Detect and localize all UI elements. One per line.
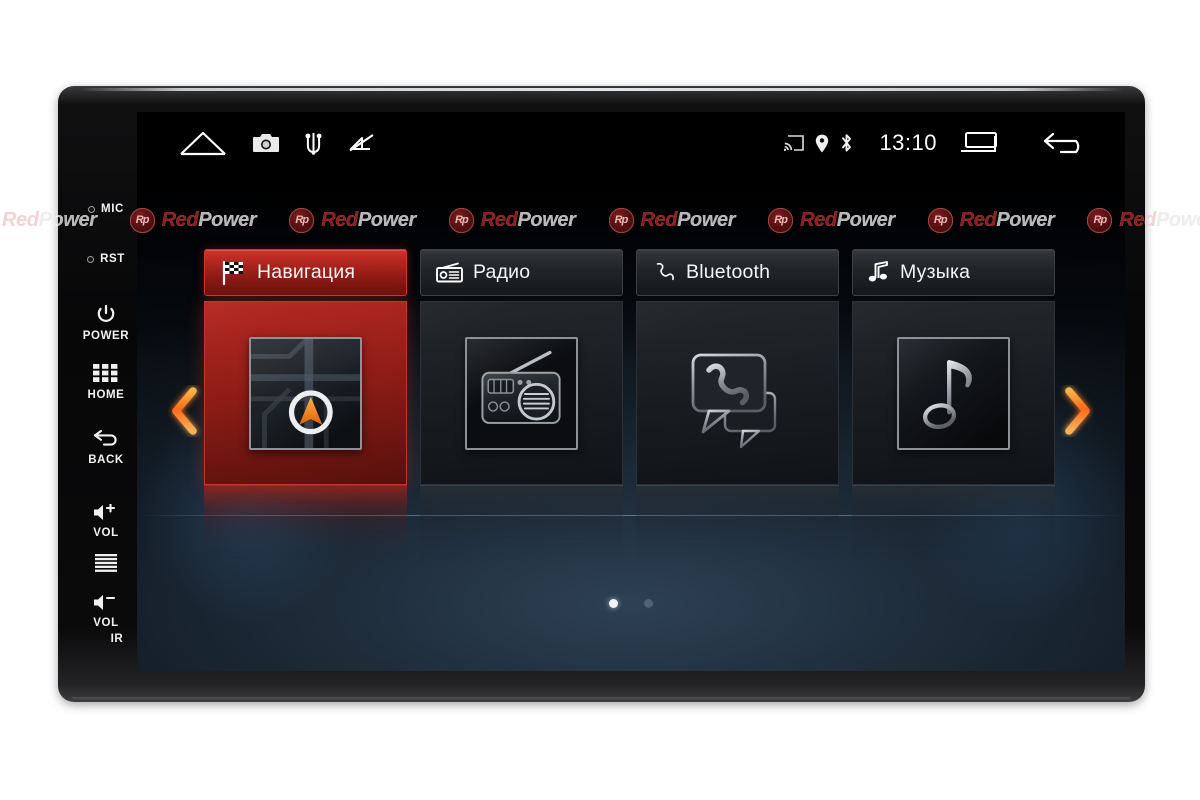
- bezel-label: RST: [100, 253, 125, 265]
- status-bar: 13:10: [137, 112, 1125, 174]
- carousel-next-arrow[interactable]: [1055, 380, 1099, 442]
- bezel-button-menu-lines[interactable]: [70, 554, 142, 578]
- radio-receiver-icon: [465, 336, 578, 450]
- mute-icon[interactable]: [348, 132, 376, 154]
- bezel-label: POWER: [82, 330, 130, 342]
- app-tab-radio[interactable]: Радио: [420, 249, 623, 296]
- bluetooth-icon[interactable]: [840, 133, 853, 153]
- app-card-reflection-navigation: [204, 485, 407, 561]
- cast-icon[interactable]: [784, 135, 805, 151]
- bezel-label: VOL: [93, 527, 119, 539]
- map-navigation-icon: [249, 336, 362, 450]
- app-card-navigation[interactable]: Навигация: [204, 249, 407, 485]
- bezel-label: BACK: [88, 454, 124, 466]
- app-tab-label: Радио: [473, 261, 531, 283]
- lines-icon: [95, 554, 117, 578]
- chat-phone-icon: [681, 337, 794, 450]
- display-screen: 13:10 Навигация Радио Bluetooth Музыка: [137, 112, 1125, 671]
- carousel-prev-arrow[interactable]: [163, 380, 207, 442]
- bezel-button-mic[interactable]: MIC: [70, 203, 142, 216]
- bezel-label: MIC: [101, 203, 124, 215]
- app-card-bluetooth[interactable]: Bluetooth: [636, 249, 839, 485]
- power-icon: [96, 304, 116, 329]
- app-carousel: Навигация Радио Bluetooth Музыка: [137, 112, 1125, 671]
- mic-pinhole-icon: [88, 206, 96, 214]
- screenshot-root: RpRedPowerRpRedPowerRpRedPowerRpRedPower…: [0, 0, 1200, 800]
- app-tab-label: Навигация: [257, 261, 356, 283]
- bezel-button-column: MIC RST POWER HOME BACK VOL VOL IR: [70, 104, 142, 664]
- bezel-button-home[interactable]: HOME: [70, 364, 142, 402]
- app-card-reflection-music: [852, 485, 1055, 561]
- card-reflections: [204, 485, 1066, 561]
- app-tab-navigation[interactable]: Навигация: [204, 249, 407, 296]
- app-card-body-bluetooth[interactable]: [636, 301, 839, 485]
- app-card-reflection-bluetooth: [636, 485, 839, 561]
- camera-icon[interactable]: [253, 132, 279, 154]
- status-bar-right-group: 13:10: [784, 130, 1089, 156]
- back-icon[interactable]: [1043, 130, 1089, 156]
- status-bar-clock: 13:10: [879, 130, 937, 155]
- app-card-body-music[interactable]: [852, 301, 1055, 485]
- page-indicator-dots: [137, 599, 1125, 608]
- app-card-row: Навигация Радио Bluetooth Музыка: [204, 249, 1066, 485]
- app-card-body-radio[interactable]: [420, 301, 623, 485]
- reset-pinhole-icon: [87, 256, 95, 264]
- bezel-button-ir-receiver[interactable]: IR: [70, 633, 142, 646]
- grid-icon: [93, 364, 119, 388]
- bezel-label: HOME: [87, 389, 125, 401]
- music-note-icon: [868, 261, 890, 284]
- bezel-button-volume-up[interactable]: VOL: [70, 503, 142, 540]
- page-dot-2[interactable]: [644, 599, 653, 608]
- app-tab-bluetooth[interactable]: Bluetooth: [636, 249, 839, 296]
- usb-icon[interactable]: [305, 131, 322, 155]
- checkered-flag-icon: [220, 260, 247, 285]
- status-indicator-group: [784, 133, 853, 153]
- bezel-label: VOL: [93, 617, 119, 629]
- app-card-body-navigation[interactable]: [204, 301, 407, 485]
- location-pin-icon[interactable]: [815, 134, 829, 153]
- status-bar-left-group: [179, 130, 376, 156]
- app-card-reflection-radio: [420, 485, 623, 561]
- bezel-button-reset[interactable]: RST: [70, 253, 142, 266]
- app-tab-music[interactable]: Музыка: [852, 249, 1055, 296]
- page-dot-1[interactable]: [609, 599, 618, 608]
- bezel-label: IR: [110, 633, 124, 645]
- phone-handset-icon: [652, 261, 676, 285]
- app-tab-label: Музыка: [900, 261, 971, 283]
- radio-icon: [436, 262, 463, 283]
- speaker-plus-icon: [93, 503, 120, 526]
- bezel-button-volume-down[interactable]: VOL: [70, 594, 142, 630]
- recents-icon[interactable]: [959, 130, 1003, 156]
- back-arrow-icon: [93, 429, 120, 453]
- app-tab-label: Bluetooth: [686, 261, 771, 283]
- bezel-button-back[interactable]: BACK: [70, 429, 142, 467]
- bezel-button-power[interactable]: POWER: [70, 304, 142, 343]
- app-card-music[interactable]: Музыка: [852, 249, 1055, 485]
- app-card-radio[interactable]: Радио: [420, 249, 623, 485]
- music-note-tile-icon: [897, 336, 1010, 450]
- head-unit-device: MIC RST POWER HOME BACK VOL VOL IR 13:10…: [58, 86, 1145, 702]
- speaker-minus-icon: [93, 594, 120, 616]
- home-icon[interactable]: [179, 130, 227, 156]
